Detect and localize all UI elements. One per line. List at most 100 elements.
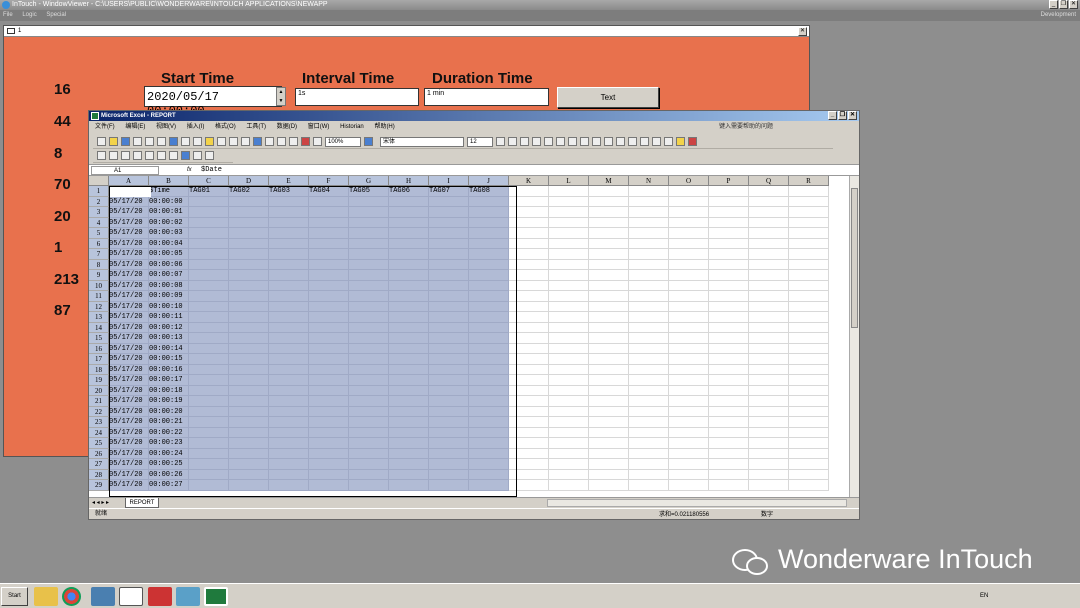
cell[interactable] xyxy=(629,280,669,291)
cell[interactable]: 00:00:19 xyxy=(149,396,189,407)
cell[interactable] xyxy=(589,228,629,239)
cell[interactable] xyxy=(429,301,469,312)
print-preview-icon[interactable] xyxy=(157,137,166,146)
cell[interactable] xyxy=(189,249,229,260)
cell[interactable] xyxy=(789,301,829,312)
cell[interactable] xyxy=(389,469,429,480)
row-header[interactable]: 24 xyxy=(89,427,109,438)
cell[interactable] xyxy=(749,186,789,197)
cell[interactable] xyxy=(629,207,669,218)
cell[interactable] xyxy=(189,343,229,354)
cell[interactable] xyxy=(549,322,589,333)
minimize-button[interactable]: _ xyxy=(1049,0,1058,9)
cell[interactable] xyxy=(789,217,829,228)
cell[interactable] xyxy=(469,333,509,344)
cell[interactable] xyxy=(629,259,669,270)
cell[interactable] xyxy=(309,207,349,218)
cell[interactable] xyxy=(269,280,309,291)
cell[interactable] xyxy=(709,448,749,459)
increase-decimal-icon[interactable] xyxy=(616,137,625,146)
font-size-select[interactable]: 12 xyxy=(467,136,493,147)
cell[interactable] xyxy=(349,249,389,260)
historian-refresh-icon[interactable] xyxy=(157,151,166,160)
cell[interactable] xyxy=(189,312,229,323)
row-header[interactable]: 3 xyxy=(89,207,109,218)
cell[interactable] xyxy=(309,459,349,470)
cell[interactable] xyxy=(589,438,629,449)
cell[interactable] xyxy=(309,364,349,375)
underline-icon[interactable] xyxy=(520,137,529,146)
cell[interactable] xyxy=(789,375,829,386)
help-icon[interactable] xyxy=(364,137,373,146)
cell[interactable] xyxy=(549,448,589,459)
cell[interactable] xyxy=(349,385,389,396)
row-header[interactable]: 5 xyxy=(89,228,109,239)
cell[interactable] xyxy=(749,280,789,291)
cell[interactable] xyxy=(389,396,429,407)
cell[interactable] xyxy=(549,280,589,291)
vertical-scrollbar[interactable] xyxy=(849,176,859,497)
historian-report-icon[interactable] xyxy=(145,151,154,160)
cell[interactable]: 05/17/20 xyxy=(109,301,149,312)
cell[interactable] xyxy=(629,364,669,375)
cell[interactable] xyxy=(309,322,349,333)
cell[interactable] xyxy=(469,259,509,270)
cell[interactable] xyxy=(189,364,229,375)
cell[interactable]: 00:00:24 xyxy=(149,448,189,459)
excel-restore-button[interactable]: ❐ xyxy=(838,111,847,120)
cell[interactable] xyxy=(709,375,749,386)
cell[interactable] xyxy=(349,333,389,344)
cell[interactable] xyxy=(669,322,709,333)
cell[interactable] xyxy=(789,459,829,470)
cell[interactable] xyxy=(669,301,709,312)
cell[interactable] xyxy=(789,207,829,218)
cell[interactable] xyxy=(549,207,589,218)
cell[interactable] xyxy=(269,259,309,270)
cell[interactable] xyxy=(309,385,349,396)
row-header[interactable]: 6 xyxy=(89,238,109,249)
cell[interactable] xyxy=(389,438,429,449)
row-header[interactable]: 9 xyxy=(89,270,109,281)
menu-historian[interactable]: Historian xyxy=(340,124,364,130)
cell[interactable] xyxy=(509,354,549,365)
spelling-icon[interactable] xyxy=(169,137,178,146)
cell[interactable] xyxy=(749,469,789,480)
cell[interactable] xyxy=(469,217,509,228)
column-header[interactable]: D xyxy=(229,176,269,186)
cell[interactable]: 05/17/20 xyxy=(109,343,149,354)
borders-icon[interactable] xyxy=(664,137,673,146)
cell[interactable] xyxy=(709,459,749,470)
worksheet-grid[interactable]: ABCDEFGHIJKLMNOPQR 1$Date$TimeTAG01TAG02… xyxy=(89,176,849,497)
cell[interactable] xyxy=(389,312,429,323)
cell[interactable] xyxy=(629,301,669,312)
decrease-indent-icon[interactable] xyxy=(640,137,649,146)
cell[interactable] xyxy=(549,396,589,407)
cell[interactable] xyxy=(229,259,269,270)
cell[interactable] xyxy=(509,259,549,270)
cell[interactable] xyxy=(429,322,469,333)
cell[interactable] xyxy=(389,207,429,218)
cell[interactable] xyxy=(589,312,629,323)
cell[interactable] xyxy=(709,238,749,249)
row-header[interactable]: 12 xyxy=(89,301,109,312)
cell[interactable] xyxy=(309,396,349,407)
cell[interactable]: 00:00:16 xyxy=(149,364,189,375)
cell[interactable] xyxy=(389,280,429,291)
decrease-decimal-icon[interactable] xyxy=(628,137,637,146)
cell[interactable] xyxy=(269,207,309,218)
percent-icon[interactable] xyxy=(592,137,601,146)
cell[interactable] xyxy=(229,228,269,239)
cell[interactable]: 05/17/20 xyxy=(109,459,149,470)
cell[interactable] xyxy=(709,301,749,312)
cell[interactable] xyxy=(629,312,669,323)
cell[interactable] xyxy=(789,448,829,459)
cell[interactable] xyxy=(389,238,429,249)
cell[interactable] xyxy=(269,427,309,438)
cell[interactable]: 05/17/20 xyxy=(109,396,149,407)
cell[interactable] xyxy=(509,280,549,291)
cell[interactable] xyxy=(509,396,549,407)
menu-tools[interactable]: 工具(T) xyxy=(246,124,266,130)
active-cell[interactable] xyxy=(110,187,151,197)
cell[interactable] xyxy=(589,301,629,312)
cell[interactable] xyxy=(549,249,589,260)
